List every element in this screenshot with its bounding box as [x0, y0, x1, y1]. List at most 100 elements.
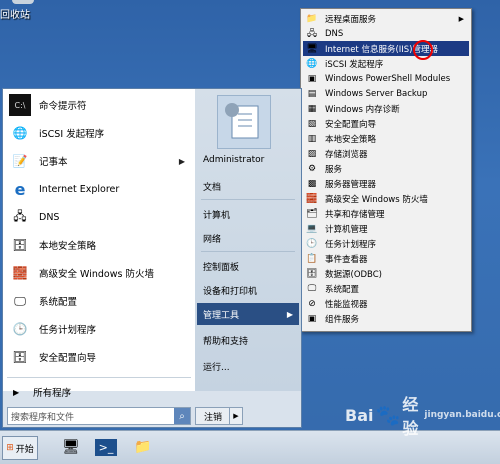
submenu-item-security-wizard[interactable]: ▧ 安全配置向导 [303, 116, 469, 131]
right-item-devices-printers[interactable]: 设备和打印机 [197, 279, 299, 301]
notepad-icon: 📝 [12, 154, 28, 168]
submenu-item-firewall[interactable]: 🧱 高级安全 Windows 防火墙 [303, 191, 469, 206]
dns-icon: 🖧 [13, 208, 27, 223]
right-item-run[interactable]: 运行... [197, 355, 299, 377]
services-icon: ⚙ [307, 163, 317, 174]
submenu-item-task-scheduler[interactable]: 🕒 任务计划程序 [303, 236, 469, 251]
search-icon[interactable]: ⌕ [174, 408, 190, 424]
iscsi-icon: 🌐 [306, 58, 318, 69]
start-menu: C:\ 命令提示符 🌐 iSCSI 发起程序 📝 记事本 ▶ e Internet Exp… [2, 88, 302, 428]
server-manager-taskbar-icon[interactable]: 🖥 [58, 435, 84, 459]
divider [7, 377, 191, 378]
firewall-icon: 🧱 [306, 193, 318, 204]
submenu-item-iis[interactable]: 🖥 Internet 信息服务(IIS)管理器 [303, 40, 469, 60]
submenu-item-server-backup[interactable]: ▤ Windows Server Backup [303, 86, 469, 101]
pinned-item-task-scheduler[interactable]: 🕒 任务计划程序 [5, 315, 193, 343]
divider [201, 251, 295, 252]
paw-icon: 🐾 [375, 403, 401, 427]
powershell-taskbar-icon[interactable]: >_ [93, 435, 119, 459]
arrow-right-icon: ▶ [13, 387, 20, 397]
iis-icon: 🖥 [306, 43, 318, 54]
submenu-item-memory-diagnostic[interactable]: ▦ Windows 内存诊断 [303, 101, 469, 116]
computer-management-icon: 💻 [306, 223, 318, 234]
pinned-item-dns[interactable]: 🖧 DNS [5, 203, 193, 231]
cmd-icon: C:\ [9, 94, 31, 116]
pinned-programs-pane: C:\ 命令提示符 🌐 iSCSI 发起程序 📝 记事本 ▶ e Internet Exp… [3, 89, 196, 391]
right-item-computer[interactable]: 计算机 [197, 203, 299, 225]
submenu-item-odbc[interactable]: 🗄 数据源(ODBC) [303, 266, 469, 281]
recycle-bin-icon [12, 0, 34, 4]
right-item-network[interactable]: 网络 [197, 227, 299, 249]
divider [201, 199, 295, 200]
start-button[interactable]: ⊞ 开始 [2, 436, 38, 460]
powershell-icon: ▣ [307, 73, 317, 84]
scheduler-icon: 🕒 [306, 238, 318, 249]
pinned-item-system-config[interactable]: 🖵 系统配置 [5, 287, 193, 315]
right-item-admin-tools[interactable]: 管理工具 ▶ [197, 303, 299, 325]
windows-logo-icon: ⊞ [6, 443, 14, 453]
submenu-item-component-services[interactable]: ▣ 组件服务 [303, 311, 469, 326]
right-item-documents[interactable]: 文档 [197, 175, 299, 197]
msconfig-icon: 🖵 [14, 293, 26, 308]
pinned-item-notepad[interactable]: 📝 记事本 ▶ [5, 147, 193, 175]
all-programs-button[interactable]: ▶ 所有程序 [5, 383, 193, 401]
submenu-item-dns[interactable]: 🖧 DNS [303, 26, 469, 41]
watermark: Bai 🐾 经验 jingyan.baidu.com [345, 395, 500, 438]
right-item-help-support[interactable]: 帮助和支持 [197, 329, 299, 351]
submenu-item-remote-desktop[interactable]: 📁 远程桌面服务 ▶ [303, 11, 469, 26]
submenu-item-powershell-modules[interactable]: ▣ Windows PowerShell Modules [303, 71, 469, 86]
component-services-icon: ▣ [307, 313, 317, 324]
recycle-bin[interactable]: 回收站 [0, 0, 50, 22]
pinned-item-local-policy[interactable]: 🗄 本地安全策略 [5, 231, 193, 259]
submenu-item-event-viewer[interactable]: 📋 事件查看器 [303, 251, 469, 266]
pinned-item-cmd[interactable]: C:\ 命令提示符 [5, 91, 193, 119]
search-input[interactable]: 搜索程序和文件 [11, 410, 174, 423]
odbc-icon: 🗄 [306, 268, 318, 279]
share-icon: 🗂 [306, 208, 318, 219]
user-picture [217, 95, 271, 149]
pinned-item-ie[interactable]: e Internet Explorer [5, 175, 193, 203]
taskbar: ⊞ 开始 🖥 >_ 📁 [0, 430, 500, 464]
submenu-item-server-manager[interactable]: ▩ 服务器管理器 [303, 176, 469, 191]
backup-icon: ▤ [307, 88, 317, 99]
search-box[interactable]: 搜索程序和文件 ⌕ [7, 407, 191, 425]
submenu-arrow-icon: ▶ [286, 309, 293, 319]
pinned-item-security-wizard[interactable]: 🗄 安全配置向导 [5, 343, 193, 371]
submenu-item-local-policy[interactable]: ▥ 本地安全策略 [303, 131, 469, 146]
arrow-right-icon: ▶ [233, 412, 239, 420]
user-picture-icon [225, 103, 259, 139]
submenu-arrow-icon: ▶ [178, 156, 185, 166]
submenu-item-system-config[interactable]: 🖵 系统配置 [303, 281, 469, 296]
submenu-item-storage-explorer[interactable]: ▨ 存储浏览器 [303, 146, 469, 161]
submenu-item-share-storage[interactable]: 🗂 共享和存储管理 [303, 206, 469, 221]
right-item-administrator[interactable]: Administrator [197, 149, 299, 171]
firewall-icon: 🧱 [12, 266, 28, 280]
event-viewer-icon: 📋 [306, 253, 318, 264]
start-menu-right-pane: Administrator 文档 计算机 网络 控制面板 设备和打印机 管理工具… [195, 89, 301, 391]
recycle-bin-label: 回收站 [0, 10, 30, 21]
submenu-item-services[interactable]: ⚙ 服务 [303, 161, 469, 176]
submenu-item-perfmon[interactable]: ⊘ 性能监视器 [303, 296, 469, 311]
shutdown-options-button[interactable]: ▶ [229, 407, 243, 425]
pinned-item-firewall[interactable]: 🧱 高级安全 Windows 防火墙 [5, 259, 193, 287]
pinned-item-iscsi[interactable]: 🌐 iSCSI 发起程序 [5, 119, 193, 147]
explorer-taskbar-icon[interactable]: 📁 [130, 435, 156, 459]
server-manager-icon: ▩ [307, 178, 317, 189]
storage-icon: ▨ [307, 148, 317, 159]
submenu-arrow-icon: ▶ [458, 14, 464, 23]
dns-icon: 🖧 [306, 28, 318, 39]
folder-icon: 📁 [306, 13, 318, 24]
memory-icon: ▦ [307, 103, 317, 114]
policy-icon: ▥ [307, 133, 317, 144]
submenu-item-iscsi[interactable]: 🌐 iSCSI 发起程序 [303, 56, 469, 71]
scheduler-icon: 🕒 [12, 322, 28, 336]
ie-icon: e [14, 179, 26, 199]
logoff-button[interactable]: 注销 [195, 407, 231, 425]
policy-icon: 🗄 [12, 238, 28, 252]
security-wizard-icon: 🗄 [12, 350, 28, 364]
admin-tools-submenu: 📁 远程桌面服务 ▶ 🖧 DNS 🖥 Internet 信息服务(IIS)管理器 🌐 iS… [300, 8, 472, 332]
right-item-control-panel[interactable]: 控制面板 [197, 255, 299, 277]
submenu-item-computer-management[interactable]: 💻 计算机管理 [303, 221, 469, 236]
desktop: 回收站 📁 远程桌面服务 ▶ 🖧 DNS 🖥 Internet 信息服务(IIS)管理器… [0, 0, 500, 464]
msconfig-icon: 🖵 [307, 283, 317, 294]
